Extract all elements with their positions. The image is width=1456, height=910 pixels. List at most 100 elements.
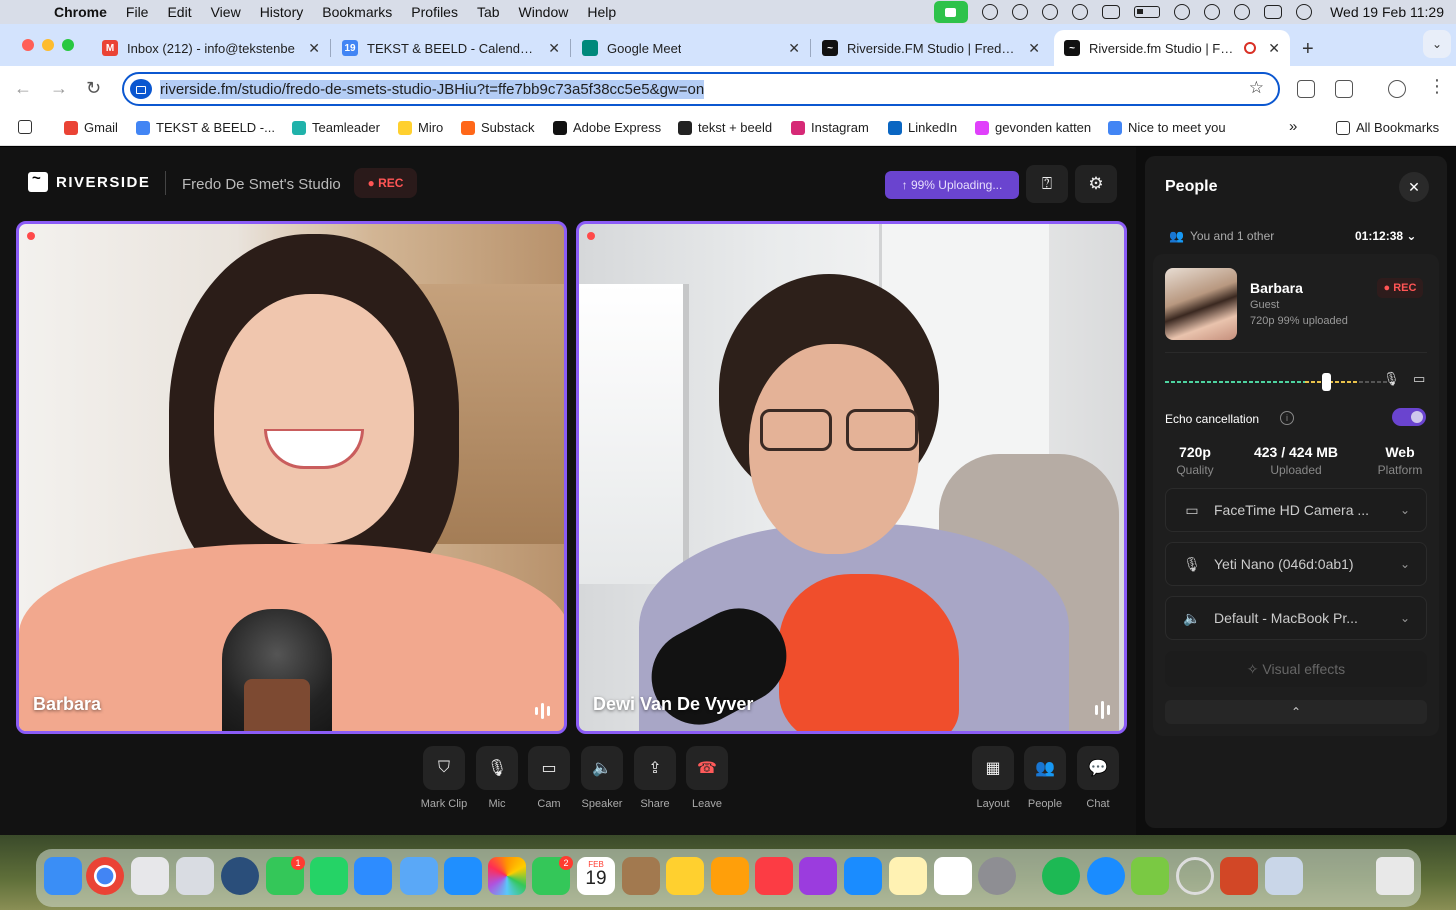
bookmark-tekst-plus-beeld[interactable]: tekst + beeld <box>678 120 772 135</box>
mic-icon[interactable]: 🎙 <box>1383 371 1400 387</box>
layout-button[interactable]: ▦ Layout <box>967 746 1019 810</box>
people-button[interactable]: 👥 People <box>1019 746 1071 810</box>
bookmark-teamleader[interactable]: Teamleader <box>292 120 380 135</box>
collapse-button[interactable]: ⌃ <box>1165 700 1427 724</box>
bookmark-substack[interactable]: Substack <box>461 120 534 135</box>
bookmark-miro[interactable]: Miro <box>398 120 443 135</box>
site-info-icon[interactable] <box>130 79 152 99</box>
chrome-menu-icon[interactable]: ⋮ <box>1428 76 1446 97</box>
maximize-window-button[interactable] <box>62 39 74 51</box>
bookmark-adobe-express[interactable]: Adobe Express <box>553 120 661 135</box>
finder-icon[interactable] <box>44 857 82 895</box>
pages-icon[interactable] <box>711 857 749 895</box>
menu-history[interactable]: History <box>260 4 304 20</box>
system-settings-icon[interactable] <box>978 857 1016 895</box>
circle-icon[interactable] <box>1012 4 1029 20</box>
battery-icon[interactable] <box>1134 6 1161 18</box>
siri-icon[interactable] <box>1296 4 1313 20</box>
extensions-icon[interactable] <box>1335 80 1353 98</box>
microphone-select[interactable]: 🎙 Yeti Nano (046d:0ab1) ⌄ <box>1165 542 1427 586</box>
tab-calendar[interactable]: 19 TEKST & BEELD - Calendar - ✕ <box>332 30 571 66</box>
tab-riverside-active[interactable]: ~ Riverside.fm Studio | Fred ✕ <box>1054 30 1290 66</box>
zoom-icon[interactable] <box>354 857 392 895</box>
chrome-icon[interactable] <box>86 857 124 895</box>
mic-button[interactable]: 🎙 Mic <box>471 746 523 810</box>
podcasts-icon[interactable] <box>799 857 837 895</box>
bookmark-gevonden-katten[interactable]: gevonden katten <box>975 120 1091 135</box>
calendar-icon[interactable]: FEB 19 <box>577 857 615 895</box>
contacts-icon[interactable] <box>622 857 660 895</box>
keynote-icon[interactable] <box>444 857 482 895</box>
menu-edit[interactable]: Edit <box>167 4 191 20</box>
recording-timer-dropdown[interactable]: 01:12:38 ⌄ <box>1355 229 1416 243</box>
share-button[interactable]: ⇪ Share <box>629 746 681 810</box>
app-tray-icon[interactable] <box>1102 5 1121 19</box>
leave-button[interactable]: ☎ Leave <box>681 746 733 810</box>
powerpoint-icon[interactable] <box>1220 857 1258 895</box>
chatgpt-icon[interactable] <box>934 857 972 895</box>
mark-clip-button[interactable]: ⛉ Mark Clip <box>418 746 470 810</box>
bookmark-instagram[interactable]: Instagram <box>791 120 869 135</box>
status-icon[interactable] <box>982 4 999 20</box>
info-icon[interactable]: i <box>1280 411 1294 425</box>
menu-view[interactable]: View <box>211 4 241 20</box>
menu-app-chrome[interactable]: Chrome <box>54 4 107 20</box>
bookmark-nice-to-meet-you[interactable]: Nice to meet you <box>1108 120 1226 135</box>
preview-icon[interactable] <box>1265 857 1303 895</box>
menu-window[interactable]: Window <box>519 4 569 20</box>
upload-status-button[interactable]: ↑ 99% Uploading... <box>885 171 1019 199</box>
bookmark-tekst-beeld[interactable]: TEKST & BEELD -... <box>136 120 275 135</box>
menu-clock[interactable]: Wed 19 Feb 11:29 <box>1330 4 1444 20</box>
all-bookmarks-button[interactable]: All Bookmarks <box>1336 120 1439 135</box>
tab-riverside-1[interactable]: ~ Riverside.FM Studio | Fredo D ✕ <box>812 30 1050 66</box>
android-file-transfer-icon[interactable] <box>1131 857 1169 895</box>
url-text[interactable]: riverside.fm/studio/fredo-de-smets-studi… <box>160 80 705 99</box>
cloud-icon[interactable] <box>1072 4 1089 20</box>
camera-select[interactable]: ▭ FaceTime HD Camera ... ⌄ <box>1165 488 1427 532</box>
close-tab-icon[interactable]: ✕ <box>308 40 320 57</box>
menu-profiles[interactable]: Profiles <box>411 4 458 20</box>
bookmark-linkedin[interactable]: LinkedIn <box>888 120 957 135</box>
bookmark-gmail[interactable]: Gmail <box>64 120 118 135</box>
forward-button[interactable]: → <box>50 78 68 99</box>
close-tab-icon[interactable]: ✕ <box>548 40 560 57</box>
chat-button[interactable]: 💬 Chat <box>1072 746 1124 810</box>
sync-icon[interactable] <box>1042 4 1059 20</box>
menu-help[interactable]: Help <box>587 4 616 20</box>
photos-icon[interactable] <box>488 857 526 895</box>
tab-gmail[interactable]: M Inbox (212) - info@tekstenbe ✕ <box>92 30 331 66</box>
circle-app-icon[interactable] <box>1176 857 1214 895</box>
close-tab-icon[interactable]: ✕ <box>788 40 800 57</box>
echo-cancellation-toggle[interactable] <box>1392 408 1426 426</box>
bookmarks-overflow-button[interactable]: » <box>1289 118 1297 135</box>
minimize-window-button[interactable] <box>42 39 54 51</box>
new-tab-button[interactable]: + <box>1302 38 1314 61</box>
reload-button[interactable]: ↻ <box>86 78 101 99</box>
screenshot-icon[interactable] <box>1297 80 1315 98</box>
camera-in-use-icon[interactable] <box>934 1 969 23</box>
camera-icon[interactable]: ▭ <box>1413 371 1425 387</box>
video-tile-barbara[interactable]: Barbara <box>16 221 567 734</box>
menu-tab[interactable]: Tab <box>477 4 500 20</box>
menu-file[interactable]: File <box>126 4 149 20</box>
control-center-icon[interactable] <box>1264 5 1283 19</box>
music-icon[interactable] <box>755 857 793 895</box>
apps-grid-icon[interactable] <box>18 120 38 134</box>
voice-memos-icon[interactable] <box>400 857 438 895</box>
settings-button[interactable]: ⚙ <box>1075 165 1117 203</box>
wifi-icon[interactable] <box>1204 4 1221 20</box>
trash-icon[interactable] <box>1376 857 1414 895</box>
safari-icon[interactable] <box>1087 857 1125 895</box>
video-tile-dewi[interactable]: Dewi Van De Vyver <box>576 221 1127 734</box>
address-bar[interactable]: riverside.fm/studio/fredo-de-smets-studi… <box>122 72 1280 106</box>
cam-button[interactable]: ▭ Cam <box>523 746 575 810</box>
volume-slider-handle[interactable] <box>1322 373 1331 391</box>
speaker-button[interactable]: 🔈 Speaker <box>576 746 628 810</box>
automator-icon[interactable] <box>176 857 214 895</box>
close-tab-icon[interactable]: ✕ <box>1028 40 1040 57</box>
notes-icon[interactable] <box>889 857 927 895</box>
tab-google-meet[interactable]: Google Meet ✕ <box>572 30 811 66</box>
back-button[interactable]: ← <box>14 78 32 99</box>
close-window-button[interactable] <box>22 39 34 51</box>
visual-effects-button[interactable]: ✧ Visual effects <box>1165 651 1427 687</box>
